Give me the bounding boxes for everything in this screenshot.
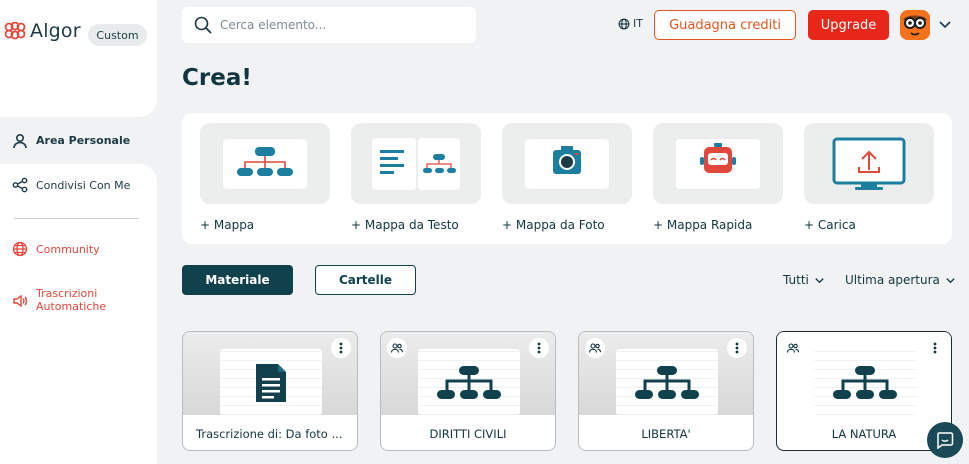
create-label: + Mappa bbox=[200, 218, 255, 232]
shared-users-badge bbox=[387, 338, 407, 358]
create-thumb bbox=[200, 123, 330, 204]
create-label: + Mappa da Foto bbox=[502, 218, 605, 232]
more-vertical-icon bbox=[933, 342, 937, 354]
mindmap-icon bbox=[635, 366, 699, 399]
sidebar-lower bbox=[0, 164, 157, 464]
share-icon bbox=[12, 177, 28, 193]
sort-filter[interactable]: Ultima apertura bbox=[845, 273, 956, 287]
tab-materiale[interactable]: Materiale bbox=[182, 265, 293, 295]
sidebar-item-label: Community bbox=[36, 242, 100, 256]
card-title: LIBERTA' bbox=[641, 427, 691, 441]
search-icon bbox=[194, 16, 212, 34]
create-label: + Mappa Rapida bbox=[653, 218, 753, 232]
users-icon bbox=[589, 343, 601, 353]
sidebar-item-trascrizioni[interactable]: Trascrizioni Automatiche bbox=[0, 287, 116, 313]
card-menu-button[interactable] bbox=[925, 338, 945, 358]
create-thumb bbox=[804, 123, 934, 204]
globe-icon bbox=[618, 18, 630, 29]
sidebar: Algor Custom Area Personale Condivisi Co… bbox=[0, 0, 157, 464]
more-vertical-icon bbox=[537, 342, 541, 354]
shared-users-badge bbox=[783, 338, 803, 358]
upgrade-button[interactable]: Upgrade bbox=[808, 10, 889, 40]
create-thumb bbox=[653, 123, 783, 204]
more-vertical-icon bbox=[339, 342, 343, 354]
text-map-icon bbox=[372, 137, 460, 190]
type-filter-label: Tutti bbox=[783, 273, 809, 287]
sidebar-header: Algor Custom bbox=[0, 0, 157, 117]
create-quick-map-option[interactable]: + Mappa Rapida bbox=[653, 123, 783, 232]
sidebar-item-community[interactable]: Community bbox=[0, 241, 100, 257]
search-box[interactable] bbox=[182, 7, 476, 43]
document-icon bbox=[256, 364, 286, 402]
create-label: + Carica bbox=[804, 218, 856, 232]
sidebar-item-label: Trascrizioni Automatiche bbox=[36, 287, 107, 313]
material-card[interactable]: LA NATURA bbox=[776, 331, 952, 451]
material-card[interactable]: DIRITTI CIVILI bbox=[380, 331, 556, 451]
avatar[interactable] bbox=[900, 10, 930, 40]
card-menu-button[interactable] bbox=[331, 338, 351, 358]
users-icon bbox=[391, 343, 403, 353]
card-title: Trascrizione di: Da foto ... bbox=[196, 427, 343, 441]
mindmap-icon bbox=[833, 366, 897, 399]
robot-icon bbox=[676, 138, 760, 189]
language-selector[interactable]: IT bbox=[618, 17, 643, 30]
sidebar-item-label: Area Personale bbox=[36, 134, 131, 147]
card-menu-button[interactable] bbox=[727, 338, 747, 358]
create-thumb bbox=[502, 123, 632, 204]
create-map-option[interactable]: + Mappa bbox=[200, 123, 330, 232]
card-menu-button[interactable] bbox=[529, 338, 549, 358]
users-icon bbox=[787, 343, 799, 353]
create-thumb bbox=[351, 123, 481, 204]
chevron-down-icon bbox=[815, 277, 824, 283]
card-title: LA NATURA bbox=[831, 427, 897, 441]
sidebar-divider bbox=[14, 218, 139, 219]
chat-icon bbox=[937, 432, 954, 449]
create-label: + Mappa da Testo bbox=[351, 218, 459, 232]
user-icon bbox=[13, 133, 27, 148]
plan-badge: Custom bbox=[88, 24, 147, 46]
sort-filter-label: Ultima apertura bbox=[845, 273, 940, 287]
camera-icon bbox=[525, 138, 609, 189]
create-text-map-option[interactable]: + Mappa da Testo bbox=[351, 123, 481, 232]
upload-option[interactable]: + Carica bbox=[804, 123, 934, 232]
sidebar-item-area-personale[interactable]: Area Personale bbox=[0, 117, 157, 164]
language-label: IT bbox=[633, 17, 643, 30]
create-photo-map-option[interactable]: + Mappa da Foto bbox=[502, 123, 632, 232]
chevron-down-icon[interactable] bbox=[938, 17, 952, 31]
globe-icon bbox=[12, 241, 28, 257]
chevron-down-icon bbox=[946, 277, 955, 283]
chat-support-button[interactable] bbox=[927, 422, 963, 458]
page-title: Crea! bbox=[182, 65, 252, 91]
card-title: DIRITTI CIVILI bbox=[429, 427, 507, 441]
earn-credits-button[interactable]: Guadagna crediti bbox=[654, 10, 796, 40]
search-input[interactable] bbox=[220, 18, 460, 32]
algor-logo-icon bbox=[4, 22, 26, 40]
app-name: Algor bbox=[30, 20, 81, 42]
upload-monitor-icon bbox=[832, 137, 906, 190]
sidebar-item-label: Condivisi Con Me bbox=[36, 178, 131, 192]
speaker-icon bbox=[13, 294, 28, 308]
mindmap-icon bbox=[223, 138, 307, 189]
material-card[interactable]: LIBERTA' bbox=[578, 331, 754, 451]
more-vertical-icon bbox=[735, 342, 739, 354]
type-filter[interactable]: Tutti bbox=[783, 273, 825, 287]
top-bar: IT Guadagna crediti Upgrade bbox=[157, 0, 969, 50]
tab-cartelle[interactable]: Cartelle bbox=[315, 265, 416, 295]
create-panel: + Mappa + Mappa da Testo + Mappa da Foto… bbox=[182, 113, 952, 244]
material-card[interactable]: Trascrizione di: Da foto ... bbox=[182, 331, 358, 451]
mindmap-icon bbox=[437, 366, 501, 399]
avatar-character-icon bbox=[900, 10, 930, 40]
app-logo[interactable]: Algor bbox=[4, 20, 81, 42]
shared-users-badge bbox=[585, 338, 605, 358]
sidebar-item-condivisi[interactable]: Condivisi Con Me bbox=[0, 177, 130, 193]
